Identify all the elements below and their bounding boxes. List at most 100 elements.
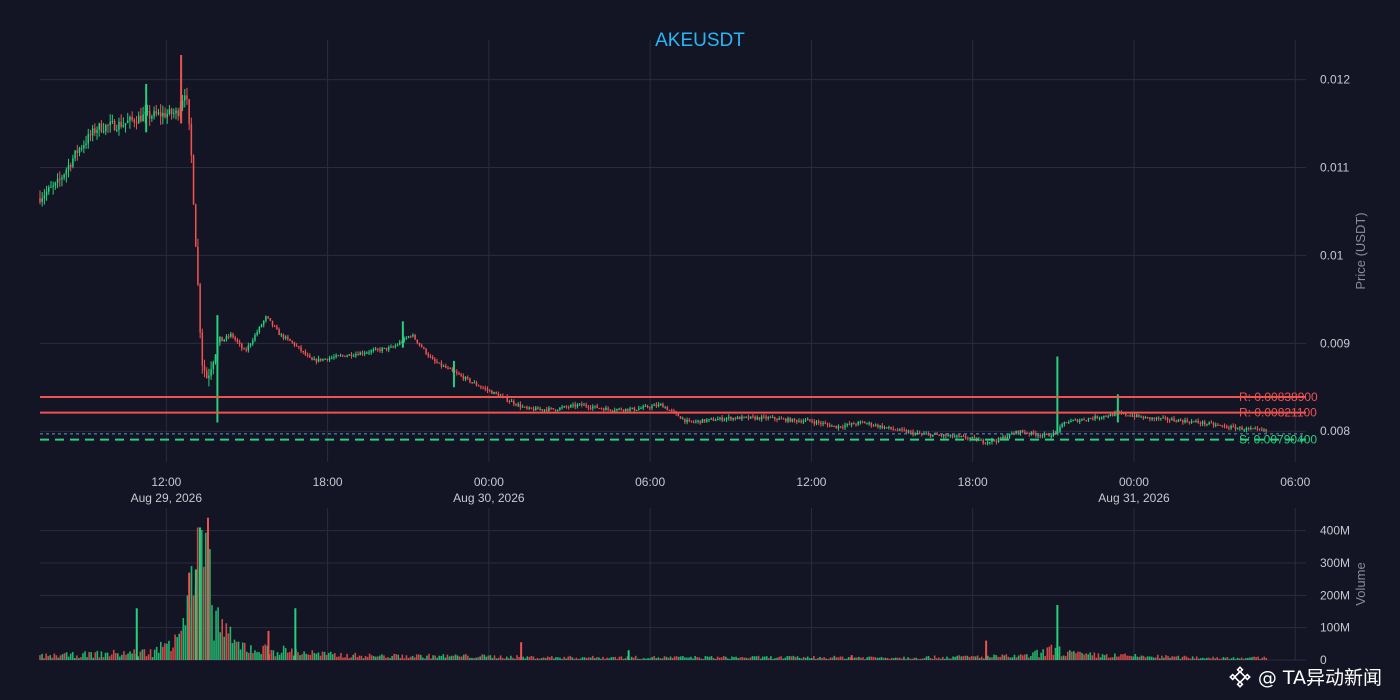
candle-body — [205, 370, 208, 379]
volume-bar — [831, 657, 834, 660]
volume-bar — [903, 656, 905, 660]
volume-bar — [978, 657, 981, 660]
candle-body — [194, 204, 197, 247]
volume-bar — [258, 652, 260, 660]
candle-body — [1015, 430, 1017, 434]
volume-bar — [598, 657, 600, 660]
volume-bar — [993, 654, 995, 660]
candle-body — [1076, 419, 1079, 422]
candle-body — [870, 422, 873, 426]
volume-bar — [784, 657, 787, 660]
volume-bar — [485, 656, 488, 660]
volume-bar — [778, 656, 780, 660]
candle-body — [162, 112, 164, 117]
candle-body — [622, 409, 625, 411]
volume-bar — [1249, 657, 1251, 660]
candle-body — [271, 320, 274, 326]
volume-bar — [530, 655, 533, 660]
candle-body — [736, 416, 739, 419]
candle-body — [550, 407, 552, 409]
candle-body — [958, 435, 960, 437]
volume-bar — [952, 656, 954, 660]
volume-bar — [725, 656, 727, 660]
volume-bar — [1245, 658, 1247, 660]
volume-bar — [65, 652, 68, 660]
volume-bar — [1126, 655, 1128, 660]
volume-bar — [913, 657, 915, 660]
volume-bar — [1017, 655, 1020, 660]
volume-bar — [104, 652, 107, 660]
candle-body — [91, 128, 94, 136]
volume-bar — [133, 649, 135, 660]
volume-bar — [563, 656, 565, 660]
volume-bar — [311, 650, 314, 660]
candle-body — [565, 406, 568, 408]
candle-body — [348, 354, 351, 356]
candle-body — [212, 362, 215, 370]
volume-bar — [338, 656, 340, 660]
volume-bar — [679, 656, 682, 660]
volume-bar — [841, 656, 844, 660]
volume-bar — [788, 656, 791, 660]
candle-body — [910, 431, 912, 433]
volume-bar — [342, 657, 344, 660]
volume-bar — [1212, 656, 1214, 660]
candle-body — [888, 426, 890, 428]
candle-body — [368, 352, 370, 354]
candle-body — [633, 407, 636, 411]
candle-body — [427, 353, 430, 357]
candle-body — [361, 352, 364, 354]
volume-bar — [424, 658, 426, 660]
candle-body — [1109, 413, 1112, 417]
candle-body — [642, 406, 644, 409]
volume-bar — [800, 658, 803, 660]
candle-body — [695, 421, 697, 423]
volume-bar — [587, 657, 590, 660]
volume-bar — [1093, 652, 1096, 660]
volume-bar — [583, 657, 586, 660]
candle-body — [613, 410, 616, 412]
candle-body — [785, 418, 787, 422]
volume-bar — [1171, 656, 1173, 660]
candle-body — [317, 358, 320, 362]
volume-bar — [860, 657, 862, 660]
volume-bar — [548, 657, 551, 660]
candle-body — [885, 427, 888, 429]
candle-body — [324, 358, 326, 360]
volume-bar — [1263, 656, 1266, 660]
volume-bar — [995, 655, 997, 660]
candle-body — [741, 416, 743, 420]
candle-body — [256, 332, 258, 335]
volume-bar — [1013, 654, 1016, 660]
candle-body — [629, 408, 631, 411]
candle-body — [1006, 436, 1009, 439]
candle-body — [1234, 426, 1237, 430]
candle-body — [521, 406, 524, 408]
volume-tick-label: 300M — [1320, 556, 1350, 570]
candle-body — [1041, 435, 1044, 437]
volume-bar — [473, 658, 475, 660]
candle-body — [899, 428, 901, 431]
volume-bar — [1187, 657, 1190, 660]
volume-bar — [1193, 658, 1196, 660]
volume-bar — [252, 653, 254, 660]
candle-body — [442, 365, 445, 367]
volume-bar — [897, 657, 899, 660]
candle-body — [366, 352, 368, 354]
volume-bar — [116, 653, 119, 660]
volume-bar — [41, 653, 43, 660]
candle-body — [894, 429, 897, 431]
candle-body — [701, 419, 704, 423]
candle-body — [1160, 418, 1162, 420]
candle-body — [234, 337, 236, 340]
volume-bar — [168, 640, 170, 660]
candle-body — [1070, 420, 1072, 423]
volume-bar — [569, 655, 572, 660]
volume-bar — [514, 658, 516, 660]
candlestick-chart: R: 0.00838900R: 0.00821100S: 0.00790400 … — [39, 40, 1368, 667]
candle-body — [1063, 422, 1066, 424]
volume-bar — [1023, 654, 1026, 660]
volume-bar — [465, 654, 467, 660]
candle-body — [1199, 422, 1202, 424]
candle-body — [561, 407, 563, 409]
